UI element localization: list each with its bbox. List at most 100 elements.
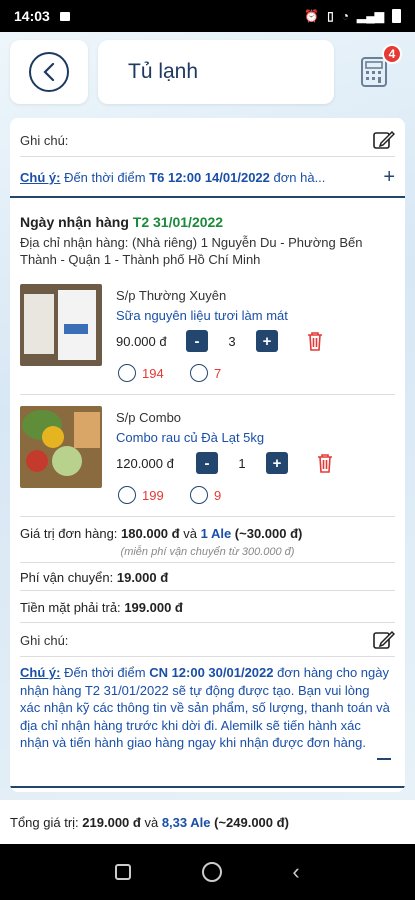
clock-icon (190, 364, 208, 382)
page-title: Tủ lạnh (98, 40, 334, 104)
product-name[interactable]: Sữa nguyên liệu tươi làm mát (116, 308, 288, 323)
and-text: và (183, 526, 197, 541)
alarm-icon: ⏰ (304, 9, 320, 23)
divider (20, 562, 395, 563)
free-ship-note: (miễn phí vận chuyển từ 300.000 đ) (120, 546, 295, 558)
notice-text1: Đến thời điểm (60, 665, 150, 680)
home-icon[interactable] (201, 862, 222, 882)
stat-a: 199 (142, 487, 164, 503)
increase-button[interactable]: + (256, 330, 278, 352)
people-icon (118, 486, 136, 504)
total-bar: Tổng giá trị: 219.000 đ và 8,33 Ale (~24… (0, 800, 415, 844)
product-name[interactable]: Combo rau củ Đà Lạt 5kg (116, 430, 264, 445)
notice-row[interactable]: Chú ý: Đến thời điểm T6 12:00 14/01/2022… (20, 166, 395, 189)
quantity-value: 1 (238, 455, 246, 471)
delivery-address: Địa chỉ nhận hàng: (Nhà riêng) 1 Nguyễn … (20, 234, 395, 268)
product-type: S/p Combo (116, 410, 182, 425)
notice-pre: Đến thời điểm (60, 170, 150, 185)
divider (20, 156, 395, 157)
product-type: S/p Thường Xuyên (116, 288, 227, 303)
address-label: Địa chỉ nhận hàng: (20, 235, 129, 250)
order-value-label: Giá trị đơn hàng: (20, 526, 118, 541)
cart-count-badge: 4 (382, 44, 402, 64)
section-divider (10, 196, 405, 198)
product-price: 90.000 đ (116, 333, 167, 349)
back-icon[interactable]: ‹ (292, 859, 299, 885)
status-bar: 14:03 ⏰ ▯ ◔ ▂▄▆ (0, 0, 415, 32)
divider (20, 622, 395, 623)
delivery-date-row: Ngày nhận hàng T2 31/01/2022 (20, 214, 395, 230)
battery-icon (392, 9, 401, 23)
calculator-cart-button[interactable]: 4 (344, 40, 404, 104)
note-row[interactable]: Ghi chú: (20, 130, 395, 150)
stat-b: 9 (214, 487, 222, 503)
signal-icon: ▂▄▆ (357, 9, 384, 23)
ale-value: 1 Ale (200, 526, 232, 541)
quantity-stepper: 120.000 đ - 1 + (116, 452, 334, 474)
vibrate-icon: ▯ (327, 9, 334, 23)
people-icon (118, 364, 136, 382)
status-time: 14:03 (14, 8, 50, 24)
clock-icon (190, 486, 208, 504)
cash-value: 199.000 đ (124, 600, 183, 615)
trash-icon[interactable] (306, 331, 324, 351)
product-image-vegetables[interactable] (20, 406, 102, 488)
notice-full-text: Chú ý: Đến thời điểm CN 12:00 30/01/2022… (20, 664, 392, 752)
edit-icon[interactable] (373, 630, 395, 650)
ship-label: Phí vận chuyển: (20, 570, 114, 585)
total-value: 219.000 đ (82, 814, 141, 830)
order-value: 180.000 đ (121, 526, 180, 541)
increase-button[interactable]: + (266, 452, 288, 474)
system-nav-bar: ‹ (0, 844, 415, 900)
ship-value: 19.000 đ (116, 570, 169, 585)
recents-icon[interactable] (115, 864, 132, 880)
notice-prefix: Chú ý: (20, 665, 61, 680)
divider (20, 394, 395, 395)
wifi-icon: ◔ (341, 9, 350, 23)
quantity-value: 3 (228, 333, 236, 349)
order-card: Ghi chú: Chú ý: Đến thời điểm T6 12:00 1… (10, 118, 405, 792)
header: Tủ lạnh 4 (0, 32, 415, 108)
note-label: Ghi chú: (20, 632, 69, 648)
product-image-milk[interactable] (20, 284, 102, 366)
status-icons: ⏰ ▯ ◔ ▂▄▆ (304, 9, 401, 23)
edit-icon[interactable] (373, 130, 395, 150)
ship-row: Phí vận chuyển: 19.000 đ (20, 570, 395, 585)
back-arrow-icon (29, 52, 69, 92)
product-stats: 194 7 (118, 364, 221, 382)
trash-icon[interactable] (316, 453, 334, 473)
quantity-stepper: 90.000 đ - 3 + (116, 330, 324, 352)
notice-datetime: CN 12:00 30/01/2022 (149, 665, 274, 680)
divider (20, 656, 395, 657)
address-type: (Nhà riêng) (132, 235, 198, 250)
address-line1: 1 Nguyễn Du - Phường Bến (200, 235, 363, 250)
expand-plus-icon[interactable]: + (383, 166, 395, 189)
section-divider (10, 786, 405, 788)
collapse-minus-icon[interactable] (377, 758, 391, 760)
stat-a: 194 (142, 365, 164, 381)
divider (20, 516, 395, 517)
total-equiv: (~249.000 đ) (214, 814, 289, 830)
stat-b: 7 (214, 365, 222, 381)
back-button[interactable] (10, 40, 88, 104)
delivery-label: Ngày nhận hàng (20, 214, 129, 230)
cash-label: Tiền mặt phải trả: (20, 600, 121, 615)
note-label: Ghi chú: (20, 132, 69, 148)
product-stats: 199 9 (118, 486, 221, 504)
total-ale: 8,33 Ale (161, 814, 211, 830)
divider (20, 590, 395, 591)
address-line2: Thành - Quận 1 - Thành phố Hồ Chí Minh (20, 252, 261, 267)
decrease-button[interactable]: - (196, 452, 218, 474)
decrease-button[interactable]: - (186, 330, 208, 352)
notification-icon (59, 11, 70, 21)
order-value-row: Giá trị đơn hàng: 180.000 đ và 1 Ale (~3… (20, 526, 395, 541)
notice-post: đơn hà... (269, 170, 326, 185)
ale-equiv: (~30.000 đ) (234, 526, 303, 541)
total-and: và (144, 814, 159, 830)
delivery-date: T2 31/01/2022 (132, 214, 224, 230)
cash-row: Tiền mặt phải trả: 199.000 đ (20, 600, 395, 615)
notice-prefix: Chú ý: (20, 170, 61, 185)
notice-datetime: T6 12:00 14/01/2022 (149, 170, 270, 185)
total-label: Tổng giá trị: (10, 814, 79, 830)
note-row[interactable]: Ghi chú: (20, 630, 395, 650)
